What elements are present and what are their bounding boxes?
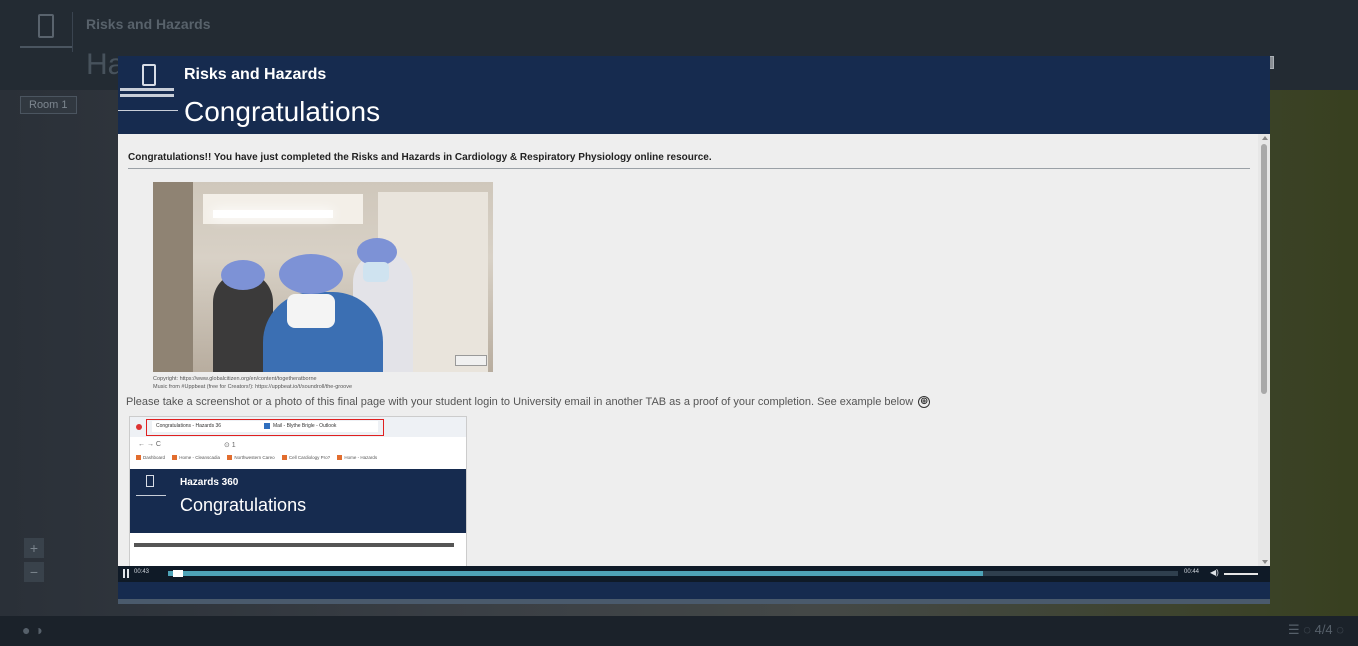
modal-footer-strip	[118, 599, 1270, 604]
modal-content: Congratulations!! You have just complete…	[118, 134, 1258, 566]
scroll-down-icon[interactable]	[1262, 560, 1268, 564]
volume-icon[interactable]: ◀)	[1210, 568, 1219, 577]
example-bookmark: Home - Hazards	[337, 455, 378, 461]
example-screenshot: Congratulations - Hazards 36 Mail - Blyt…	[129, 416, 467, 566]
divider	[128, 168, 1250, 169]
browser-dot-icon	[136, 424, 142, 430]
example-bookmarks-bar: Dashboard Home - Cleanscadia Northwester…	[130, 455, 466, 465]
instruction-text: Please take a screenshot or a photo of t…	[126, 396, 931, 409]
bookmark-icon	[227, 455, 233, 461]
example-bookmark: Dashboard	[136, 455, 166, 461]
photo-lamp	[213, 210, 333, 218]
expand-plus-icon[interactable]: ⊕	[918, 396, 931, 409]
music-credit: Music from #Uppbeat (free for Creators!)…	[153, 384, 353, 390]
crest-icon	[38, 14, 54, 38]
congratulations-message: Congratulations!! You have just complete…	[128, 152, 712, 163]
example-bookmark: Home - Cleanscadia	[172, 455, 221, 461]
logo-rule	[118, 110, 178, 111]
bookmark-label: Home - Cleanscadia	[179, 455, 221, 460]
photo-cap	[221, 260, 265, 290]
example-banner: Hazards 360 Congratulations	[130, 469, 466, 533]
example-tab-strip: Congratulations - Hazards 36 Mail - Blyt…	[130, 417, 466, 437]
progress-knob[interactable]	[173, 570, 184, 577]
example-text-line	[134, 543, 454, 547]
progress-bar[interactable]	[168, 570, 1178, 577]
modal-scrollbar[interactable]	[1258, 134, 1270, 566]
example-site-name: Hazards 360	[180, 477, 239, 488]
university-logo	[118, 56, 178, 134]
example-title: Congratulations	[180, 495, 307, 515]
example-bookmark: Northwestern Careo	[227, 455, 275, 461]
scroll-up-icon[interactable]	[1262, 136, 1268, 140]
photo-mask	[363, 262, 389, 282]
example-nav-buttons: ← → C	[138, 441, 161, 448]
photo-credit: Copyright: https://www.globalcitizen.org…	[153, 376, 317, 382]
bottom-right-controls[interactable]: ☰ ◌ 4/4 ◌	[1288, 622, 1344, 638]
logo-text-line	[120, 94, 174, 97]
instruction-label: Please take a screenshot or a photo of t…	[126, 396, 914, 408]
zoom-in-button[interactable]: +	[24, 538, 44, 558]
media-player-bar: 00:43 00:44 ◀)	[118, 566, 1270, 582]
background-app-title: Risks and Hazards	[86, 16, 211, 32]
example-body	[130, 533, 466, 566]
bookmark-label: Northwestern Careo	[234, 455, 275, 460]
room-label[interactable]: Room 1	[20, 96, 77, 114]
bookmark-icon	[172, 455, 178, 461]
bookmark-icon	[136, 455, 141, 461]
bookmark-label: Cell Cardiology Pro?	[288, 455, 331, 460]
zoom-out-button[interactable]: −	[24, 562, 44, 582]
bookmark-label: Home - Hazards	[344, 455, 378, 460]
congratulations-modal: Risks and Hazards Congratulations Congra…	[118, 56, 1270, 604]
example-url: ⊙ 1	[224, 442, 236, 449]
logo-text-line	[120, 88, 174, 91]
pause-icon[interactable]	[122, 569, 130, 579]
modal-site-name: Risks and Hazards	[184, 66, 327, 83]
crest-icon	[146, 475, 154, 487]
progress-fill	[168, 571, 984, 576]
current-time: 00:43	[134, 569, 150, 575]
video-watermark	[455, 355, 487, 366]
bookmark-icon	[281, 455, 287, 461]
modal-title: Congratulations	[184, 96, 381, 127]
photo-ceiling	[203, 194, 363, 224]
volume-slider[interactable]	[1224, 573, 1258, 575]
logo-rule	[136, 495, 166, 496]
logo-rule	[20, 46, 72, 48]
highlight-box	[146, 419, 384, 436]
bookmark-label: Dashboard	[143, 455, 166, 460]
zoom-controls: + −	[24, 538, 44, 602]
modal-header: Risks and Hazards Congratulations	[118, 56, 1270, 134]
photo-mask	[287, 294, 335, 328]
total-time: 00:44	[1184, 569, 1200, 575]
bookmark-icon	[337, 455, 343, 461]
crest-icon	[142, 64, 156, 86]
celebration-video[interactable]	[153, 182, 493, 372]
example-bookmark: Cell Cardiology Pro?	[281, 455, 331, 461]
background-university-logo	[20, 12, 73, 52]
photo-cap	[279, 254, 343, 294]
background-bottom-bar	[0, 616, 1358, 646]
scrollbar-thumb[interactable]	[1261, 144, 1267, 394]
photo-wall	[153, 182, 193, 372]
bottom-left-controls[interactable]: ● ◑	[22, 622, 43, 638]
example-address-bar: ← → C ⊙ 1	[130, 439, 466, 453]
